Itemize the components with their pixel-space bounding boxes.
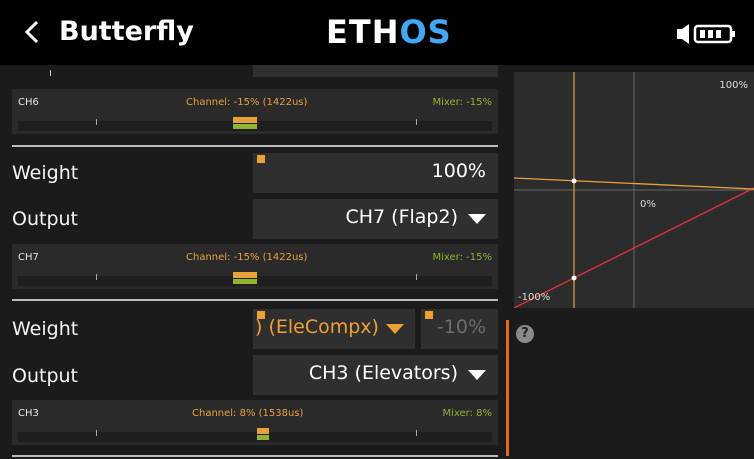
- monitor-track: [18, 428, 492, 442]
- mixer-bar: [233, 124, 257, 129]
- curve-graph: 100% 0% -100%: [514, 72, 754, 308]
- status-icons: [677, 24, 735, 44]
- weight-marker: [257, 155, 265, 163]
- monitor-track: [18, 272, 492, 286]
- output-label: Output: [12, 208, 78, 230]
- monitor-channel: CH7: [18, 252, 39, 263]
- weight-marker: [425, 311, 433, 319]
- output-dropdown[interactable]: CH3 (Elevators): [253, 355, 498, 395]
- partial-field[interactable]: [253, 65, 498, 77]
- monitor-channel-value: Channel: -15% (1422us): [186, 97, 308, 108]
- weight-source-value: ) (EleCompx): [255, 316, 379, 338]
- channel-bar: [233, 272, 257, 278]
- mixer-settings-pane[interactable]: CH6 Channel: -15% (1422us) Mixer: -15% W…: [0, 65, 505, 459]
- weight-field[interactable]: 100%: [253, 153, 498, 193]
- chevron-down-icon: [386, 324, 404, 334]
- monitor-channel: CH6: [18, 97, 39, 108]
- weight-source-dropdown[interactable]: ) (EleCompx): [253, 309, 415, 349]
- weight-value: -10%: [436, 316, 486, 338]
- weight-label: Weight: [12, 318, 79, 340]
- logo-main: ETH: [326, 13, 400, 51]
- ch6-monitor: CH6 Channel: -15% (1422us) Mixer: -15%: [12, 89, 498, 134]
- scrollbar[interactable]: [506, 320, 509, 456]
- weight-value-field[interactable]: -10%: [421, 309, 498, 349]
- weight-label: Weight: [12, 162, 79, 184]
- help-icon[interactable]: ?: [516, 325, 534, 343]
- tick: [416, 274, 417, 280]
- channel-bar: [257, 428, 269, 434]
- partial-tick: [50, 70, 51, 76]
- graph-point: [571, 178, 577, 184]
- monitor-channel-value: Channel: -15% (1422us): [186, 252, 308, 263]
- monitor-channel: CH3: [18, 408, 39, 419]
- ch3-monitor: CH3 Channel: 8% (1538us) Mixer: 8%: [12, 400, 498, 445]
- battery-icon: [693, 24, 735, 44]
- logo-accent: OS: [399, 13, 452, 51]
- channel-bar: [233, 117, 257, 123]
- tick: [416, 119, 417, 125]
- tick: [96, 430, 97, 436]
- top-bar: Butterfly ETHOS: [0, 0, 754, 65]
- monitor-track: [18, 117, 492, 131]
- monitor-mixer-value: Mixer: 8%: [442, 408, 492, 419]
- speaker-icon: [677, 24, 689, 44]
- section-divider: [12, 455, 498, 457]
- tick: [96, 119, 97, 125]
- output-label: Output: [12, 365, 78, 387]
- graph-label-top: 100%: [719, 80, 748, 91]
- mixer-bar: [233, 279, 257, 284]
- graph-label-bottom: -100%: [518, 292, 550, 303]
- output-dropdown[interactable]: CH7 (Flap2): [253, 199, 498, 239]
- page-title: Butterfly: [59, 16, 194, 47]
- tick: [416, 430, 417, 436]
- graph-point: [571, 275, 577, 281]
- monitor-mixer-value: Mixer: -15%: [432, 97, 493, 108]
- output-value: CH3 (Elevators): [308, 362, 458, 384]
- chevron-down-icon: [468, 370, 486, 380]
- ch7-monitor: CH7 Channel: -15% (1422us) Mixer: -15%: [12, 244, 498, 289]
- graph-label-mid: 0%: [640, 199, 656, 210]
- tick: [96, 274, 97, 280]
- monitor-mixer-value: Mixer: -15%: [432, 252, 493, 263]
- monitor-channel-value: Channel: 8% (1538us): [192, 408, 304, 419]
- weight-value: 100%: [431, 160, 486, 182]
- ethos-logo: ETHOS: [326, 14, 452, 50]
- back-icon[interactable]: [24, 20, 40, 44]
- mixer-bar: [257, 435, 269, 440]
- section-divider: [12, 145, 498, 147]
- section-divider: [12, 299, 498, 301]
- chevron-down-icon: [468, 214, 486, 224]
- output-value: CH7 (Flap2): [345, 206, 458, 228]
